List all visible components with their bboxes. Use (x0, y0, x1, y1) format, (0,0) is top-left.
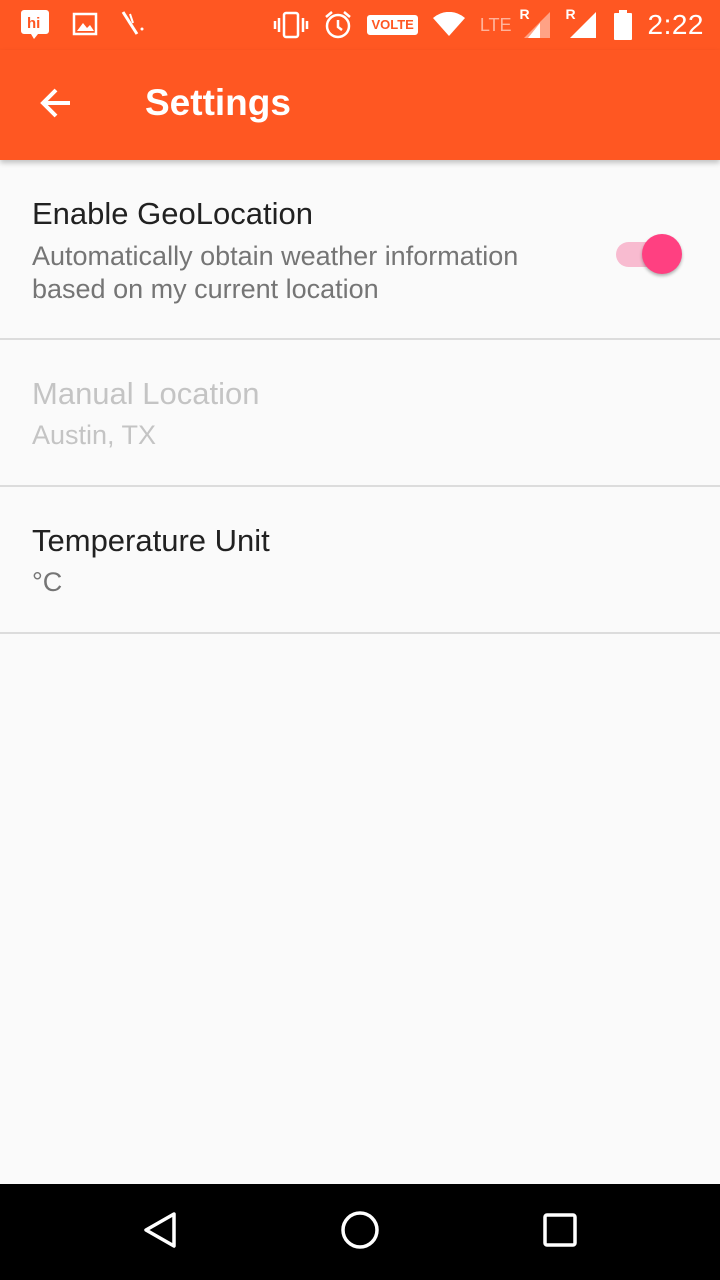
nav-home-button[interactable] (332, 1204, 388, 1260)
battery-icon (612, 9, 634, 41)
home-circle-icon (339, 1209, 381, 1256)
preference-title: Temperature Unit (32, 523, 270, 558)
app-bar: Settings (0, 50, 720, 160)
preference-summary: Automatically obtain weather information… (32, 241, 519, 304)
status-bar-right: VOLTE LTE R R 2:22 (273, 6, 704, 44)
preference-temperature-unit[interactable]: Temperature Unit °C (0, 487, 720, 634)
feather-icon (120, 9, 146, 39)
hike-icon: hi (20, 8, 50, 40)
signal-icon: R (520, 6, 552, 40)
preference-title: Enable GeoLocation (32, 196, 313, 231)
status-bar-left: hi (20, 8, 146, 40)
back-triangle-icon (140, 1210, 180, 1255)
roaming-label: R (565, 6, 576, 22)
image-icon (72, 12, 98, 36)
page-title: Settings (145, 82, 291, 123)
volte-icon: VOLTE (367, 15, 418, 35)
geolocation-switch[interactable] (614, 230, 682, 274)
recents-square-icon (541, 1211, 579, 1254)
preference-enable-geolocation[interactable]: Enable GeoLocation Automatically obtain … (0, 160, 720, 340)
clock-time: 2:22 (647, 9, 704, 40)
svg-text:hi: hi (27, 15, 40, 32)
status-bar: hi VOLTE LTE R R 2:22 (0, 0, 720, 50)
preference-title: Manual Location (32, 376, 260, 411)
preference-summary: °C (32, 567, 63, 597)
preference-summary: Austin, TX (32, 420, 157, 450)
alarm-icon (323, 10, 353, 40)
preferences-list: Enable GeoLocation Automatically obtain … (0, 160, 720, 634)
navigation-bar (0, 1184, 720, 1280)
vibrate-icon (273, 10, 309, 40)
switch-thumb (642, 234, 682, 274)
roaming-label: R (519, 6, 530, 22)
nav-back-button[interactable] (132, 1204, 188, 1260)
wifi-icon (432, 12, 466, 38)
nav-recents-button[interactable] (532, 1204, 588, 1260)
arrow-back-icon (38, 85, 74, 126)
back-button[interactable] (28, 77, 84, 133)
preference-manual-location: Manual Location Austin, TX (0, 340, 720, 487)
signal-icon: R (566, 6, 598, 40)
lte-label: LTE (479, 14, 512, 35)
